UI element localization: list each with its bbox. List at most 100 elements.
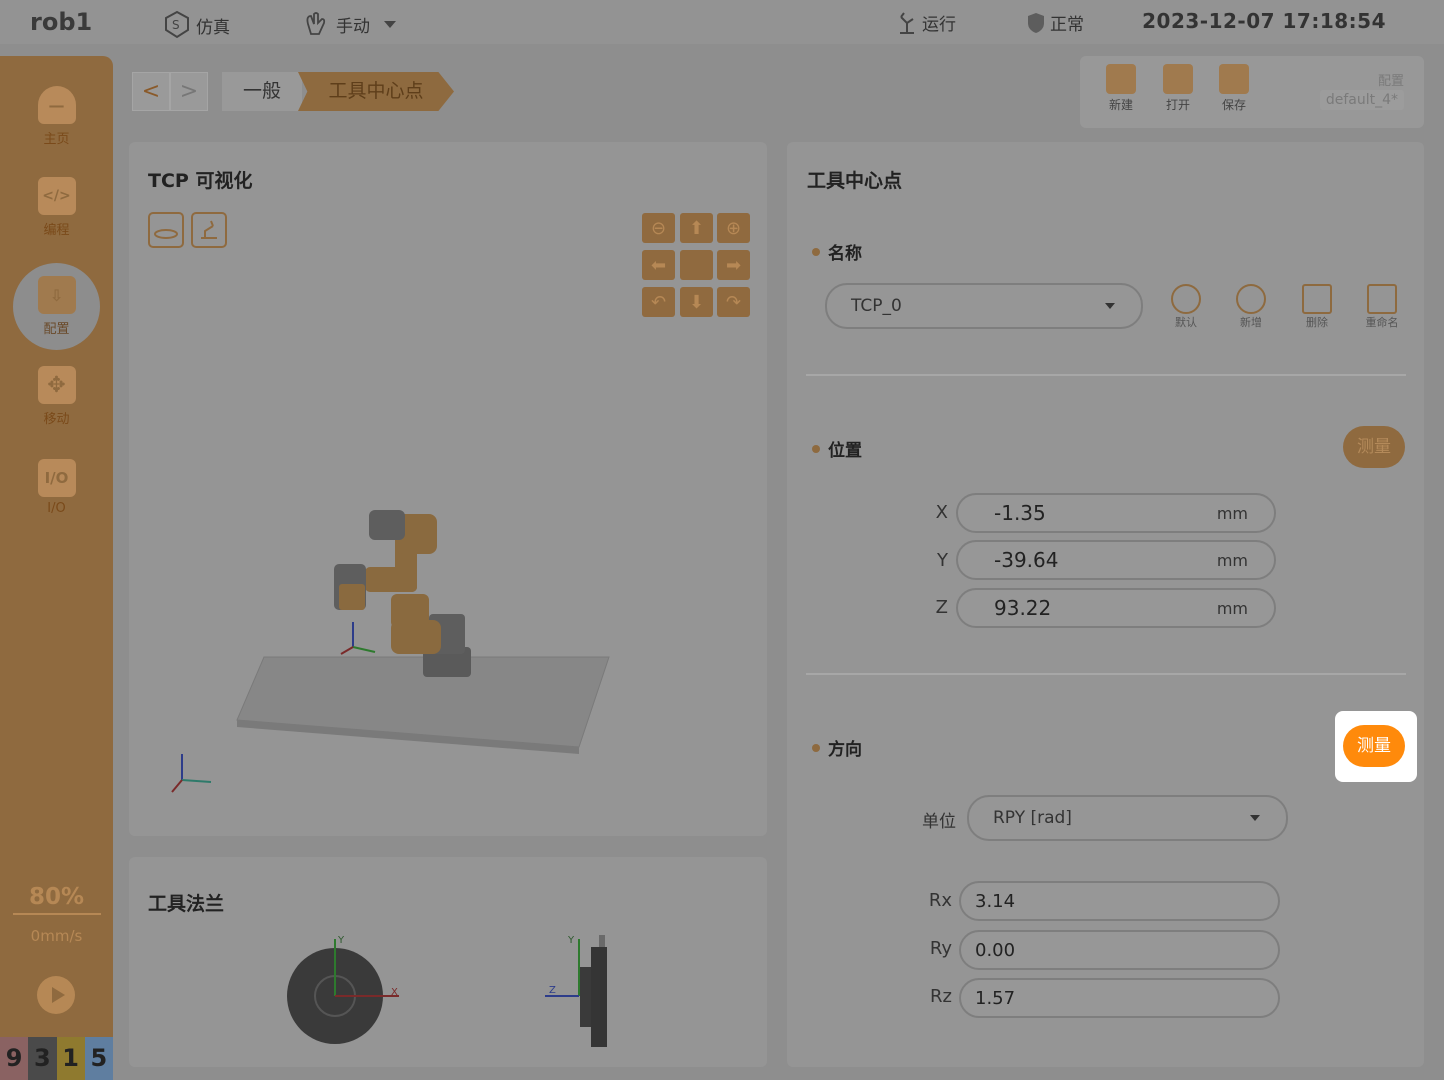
chevron-down-icon (1105, 303, 1115, 309)
home-icon: — (37, 86, 76, 124)
x-input[interactable]: -1.35 mm (956, 493, 1276, 533)
rz-value: 1.57 (975, 987, 1016, 1009)
flange-axis-y-label: Y (337, 935, 345, 946)
hand-icon (306, 12, 326, 35)
ry-input[interactable]: 0.00 (959, 930, 1280, 970)
new-label: 新建 (1108, 98, 1133, 112)
io-icon: I/O (37, 459, 76, 497)
unit-select-value: RPY [rad] (993, 808, 1072, 828)
z-input[interactable]: 93.22 mm (956, 588, 1276, 628)
simulation-toggle[interactable]: S 仿真 (162, 10, 230, 40)
new-config-button[interactable]: 新建 (1101, 64, 1141, 113)
trash-icon (1302, 284, 1332, 314)
open-label: 打开 (1165, 98, 1190, 112)
section-divider (806, 673, 1406, 675)
side-axis-y-label: Y (567, 935, 575, 946)
add-label: 新增 (1240, 316, 1262, 329)
sidebar-item-label: 主页 (43, 132, 70, 147)
status-digit: 3 (28, 1037, 57, 1080)
simulation-icon: S (165, 10, 189, 39)
sidebar-item-label: 移动 (43, 412, 70, 427)
sidebar: — 主页 </> 编程 ⇩ 配置 ✥ 移动 I/O I/O 80% 0mm/s (0, 56, 113, 1080)
save-config-button[interactable]: 保存 (1214, 64, 1254, 113)
flange-axis-x-label: X (391, 987, 398, 998)
new-file-icon (1106, 64, 1136, 94)
sidebar-item-home[interactable]: — 主页 (0, 86, 113, 147)
rename-icon (1367, 284, 1397, 314)
forward-button[interactable]: > (170, 72, 208, 111)
rename-label: 重命名 (1365, 316, 1399, 329)
datetime: 2023-12-07 17:18:54 (1142, 9, 1386, 33)
move-icon: ✥ (37, 366, 76, 404)
ry-value: 0.00 (975, 939, 1016, 961)
save-label: 保存 (1221, 98, 1246, 112)
status-digit: 5 (84, 1037, 113, 1080)
save-icon (1219, 64, 1249, 94)
delete-tcp-button[interactable]: 删除 (1297, 284, 1337, 330)
status-label: 正常 (1050, 15, 1084, 35)
chevron-down-icon (1250, 815, 1260, 821)
y-unit: mm (1216, 550, 1248, 570)
plus-circle-icon (1236, 284, 1266, 314)
panel-title: 工具中心点 (807, 170, 903, 192)
status-digits: 9 3 1 5 (0, 1037, 113, 1080)
section-divider (806, 374, 1406, 376)
mode-label: 手动 (336, 16, 370, 37)
side-axis-z-label: Z (549, 985, 556, 996)
measure-position-button[interactable]: 测量 (1343, 426, 1405, 468)
unit-label: 单位 (922, 812, 956, 832)
speed-percent: 80% (28, 884, 85, 910)
sidebar-item-config[interactable]: ⇩ 配置 (0, 276, 113, 337)
y-value: -39.64 (994, 548, 1059, 572)
speed-mms: 0mm/s (30, 927, 83, 945)
name-section-title: 名称 (812, 239, 862, 264)
z-value: 93.22 (994, 596, 1052, 620)
x-label: X (935, 502, 948, 523)
default-label: 默认 (1175, 316, 1197, 329)
y-label: Y (937, 550, 948, 571)
speed-divider (12, 913, 101, 915)
tcp-select[interactable]: TCP_0 (825, 283, 1143, 329)
open-config-button[interactable]: 打开 (1158, 64, 1198, 113)
mode-dropdown[interactable]: 手动 (302, 10, 396, 38)
robot-3d-view[interactable] (129, 142, 767, 836)
breadcrumb-general[interactable]: 一般 (222, 72, 302, 111)
rz-input[interactable]: 1.57 (959, 978, 1280, 1018)
z-label: Z (935, 597, 948, 618)
sidebar-item-label: 编程 (43, 223, 70, 238)
safety-status: 正常 (1026, 10, 1084, 35)
shield-icon (1028, 12, 1044, 33)
breadcrumb: < > 一般 工具中心点 (132, 72, 454, 111)
status-digit: 1 (56, 1037, 85, 1080)
ry-label: Ry (929, 938, 952, 959)
top-bar: rob1 S 仿真 手动 运行 正常 2023-12-07 17:18:54 (0, 0, 1444, 44)
speed-indicator[interactable]: 80% 0mm/s (0, 884, 113, 945)
status-digit: 9 (0, 1037, 29, 1080)
play-button[interactable] (37, 976, 75, 1014)
sidebar-item-label: I/O (47, 501, 66, 516)
measure-orientation-button[interactable]: 测量 (1343, 725, 1405, 767)
unit-select[interactable]: RPY [rad] (967, 795, 1288, 841)
y-input[interactable]: -39.64 mm (956, 540, 1276, 580)
tool-flange-panel: 工具法兰 Y X Y Z (129, 857, 767, 1067)
orientation-section-title: 方向 (812, 735, 862, 760)
add-tcp-button[interactable]: 新增 (1231, 284, 1271, 330)
check-circle-icon (1171, 284, 1201, 314)
code-icon: </> (37, 177, 76, 215)
sidebar-item-program[interactable]: </> 编程 (0, 177, 113, 238)
config-label: 配置 (1377, 74, 1404, 89)
config-file-box: 新建 打开 保存 配置 default_4* (1080, 56, 1424, 128)
z-unit: mm (1216, 598, 1248, 618)
set-default-button[interactable]: 默认 (1166, 284, 1206, 330)
rx-value: 3.14 (975, 890, 1016, 912)
delete-label: 删除 (1306, 316, 1328, 329)
sidebar-item-io[interactable]: I/O I/O (0, 459, 113, 516)
back-button[interactable]: < (132, 72, 170, 111)
rx-input[interactable]: 3.14 (959, 881, 1280, 921)
sidebar-item-move[interactable]: ✥ 移动 (0, 366, 113, 427)
rename-tcp-button[interactable]: 重命名 (1362, 284, 1402, 330)
position-section-title: 位置 (812, 436, 862, 461)
flange-diagram: Y X Y Z (287, 935, 607, 1047)
config-icon: ⇩ (37, 276, 76, 314)
chevron-down-icon (384, 20, 396, 28)
